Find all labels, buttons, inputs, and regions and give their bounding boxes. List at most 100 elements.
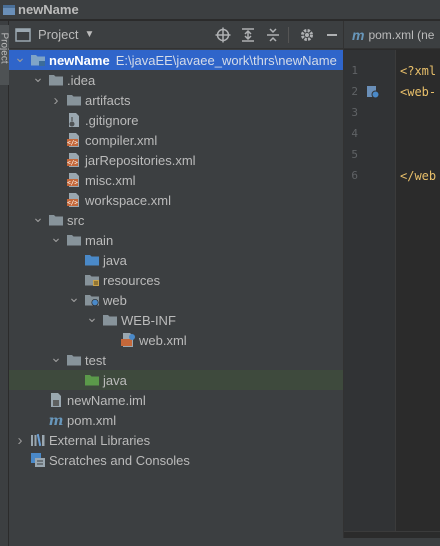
folder-icon (48, 212, 64, 228)
tree-row[interactable]: </> misc.xml (9, 170, 343, 190)
tree-row[interactable]: ⌄ main (9, 227, 343, 250)
tree-row[interactable]: ⌄ WEB-INF (9, 307, 343, 330)
tree-row-label: .idea (67, 72, 96, 88)
project-panel-header: Project ▼ (9, 21, 343, 49)
tree-row[interactable]: java (9, 370, 343, 390)
tree-row-label: misc.xml (85, 172, 136, 188)
chevron-down-icon[interactable]: ⌄ (50, 347, 62, 367)
tree-row[interactable]: m pom.xml (9, 410, 343, 430)
tree-row-label: resources (103, 272, 161, 288)
tree-row-label: workspace.xml (85, 192, 171, 208)
web-marker-icon[interactable] (366, 85, 380, 102)
folder-icon (66, 92, 82, 108)
chevron-right-icon[interactable]: › (50, 90, 62, 110)
svg-text:m: m (49, 413, 64, 428)
tree-row[interactable]: ⌄ test (9, 347, 343, 370)
title-bar: newName (0, 0, 440, 20)
line-number: 1 (351, 64, 358, 77)
tree-row-label: main (85, 232, 114, 248)
folder-icon (66, 352, 82, 368)
tree-row[interactable]: </> jarRepositories.xml (9, 150, 343, 170)
tree-row-label: .gitignore (85, 112, 139, 128)
collapse-all-icon[interactable] (262, 24, 284, 46)
xml-file-icon: </> (66, 192, 82, 208)
chevron-down-icon[interactable]: ⌄ (14, 47, 26, 67)
module-folder-icon (30, 52, 46, 68)
tree-row[interactable]: </> workspace.xml (9, 190, 343, 210)
folder-icon (66, 232, 82, 248)
tree-row-label: test (85, 352, 106, 368)
svg-text:</>: </> (67, 160, 78, 167)
folder-icon (48, 72, 64, 88)
tree-row-label: src (67, 212, 85, 228)
chevron-down-icon[interactable]: ⌄ (32, 67, 44, 87)
code-line: <web- (400, 85, 437, 99)
tree-row[interactable]: java (9, 250, 343, 270)
chevron-down-icon[interactable]: ⌄ (86, 307, 98, 327)
chevron-down-icon[interactable]: ⌄ (32, 207, 44, 227)
line-number: 6 (351, 169, 358, 182)
project-tree: ⌄ newName E:\javaEE\javaee_work\thrs\newNa… (9, 47, 343, 470)
chevron-down-icon[interactable]: ⌄ (50, 227, 62, 247)
tree-row-label: newName (49, 52, 110, 68)
editor-tab-pom[interactable]: m pom.xml (ne (344, 21, 440, 49)
xml-file-icon: </> (66, 152, 82, 168)
minimize-icon[interactable] (321, 24, 343, 46)
tree-row-label: newName.iml (67, 392, 146, 408)
tree-row-label: java (103, 252, 127, 268)
expand-all-icon[interactable] (237, 24, 259, 46)
tree-row[interactable]: newName.iml (9, 390, 343, 410)
editor-area: m pom.xml (ne 1 2 3 4 5 6 <?xml <web- </web (343, 21, 440, 546)
tree-row[interactable]: resources (9, 270, 343, 290)
xml-file-icon: </> (66, 132, 82, 148)
web-xml-file-icon (120, 332, 136, 348)
line-number: 5 (351, 148, 358, 161)
panel-toolbar (209, 21, 343, 49)
locate-icon[interactable] (212, 24, 234, 46)
tree-row-label: External Libraries (49, 432, 151, 448)
web-folder-icon (84, 292, 100, 308)
tree-row[interactable]: ⌄ newName E:\javaEE\javaee_work\thrs\newNa… (9, 47, 343, 70)
tree-row-label: compiler.xml (85, 132, 158, 148)
tree-row[interactable]: ⌄ .idea (9, 67, 343, 90)
libraries-icon (30, 432, 46, 448)
toolbar-separator (288, 27, 289, 43)
project-view-icon (15, 27, 31, 42)
tree-row-label: web (103, 292, 127, 308)
tree-row[interactable]: ⌄ web (9, 287, 343, 310)
project-tool-tab[interactable]: Project (0, 25, 10, 85)
tree-row[interactable]: › artifacts (9, 90, 343, 110)
tree-row[interactable]: .gitignore (9, 110, 343, 130)
svg-text:</>: </> (67, 180, 78, 187)
project-window-icon (3, 4, 15, 15)
tree-row-label: pom.xml (67, 412, 117, 428)
tree-row[interactable]: </> compiler.xml (9, 130, 343, 150)
project-panel-title[interactable]: Project (38, 27, 78, 42)
tree-row-label: Scratches and Consoles (49, 452, 190, 468)
tree-row[interactable]: Scratches and Consoles (9, 450, 343, 470)
line-number: 3 (351, 106, 358, 119)
tree-row-label: java (103, 372, 127, 388)
source-folder-icon (84, 252, 100, 268)
svg-text:</>: </> (67, 140, 78, 147)
gear-icon[interactable] (296, 24, 318, 46)
chevron-down-icon[interactable]: ⌄ (68, 287, 80, 307)
chevron-right-icon[interactable]: › (14, 430, 26, 450)
caret-down-icon[interactable]: ▼ (84, 29, 94, 40)
code-line: </web (400, 169, 437, 183)
bottom-status-strip (9, 538, 440, 546)
resources-folder-icon (84, 272, 100, 288)
tree-row[interactable]: › External Libraries (9, 430, 343, 450)
svg-text:</>: </> (67, 200, 78, 207)
test-source-folder-icon (84, 372, 100, 388)
maven-icon: m (352, 26, 365, 43)
